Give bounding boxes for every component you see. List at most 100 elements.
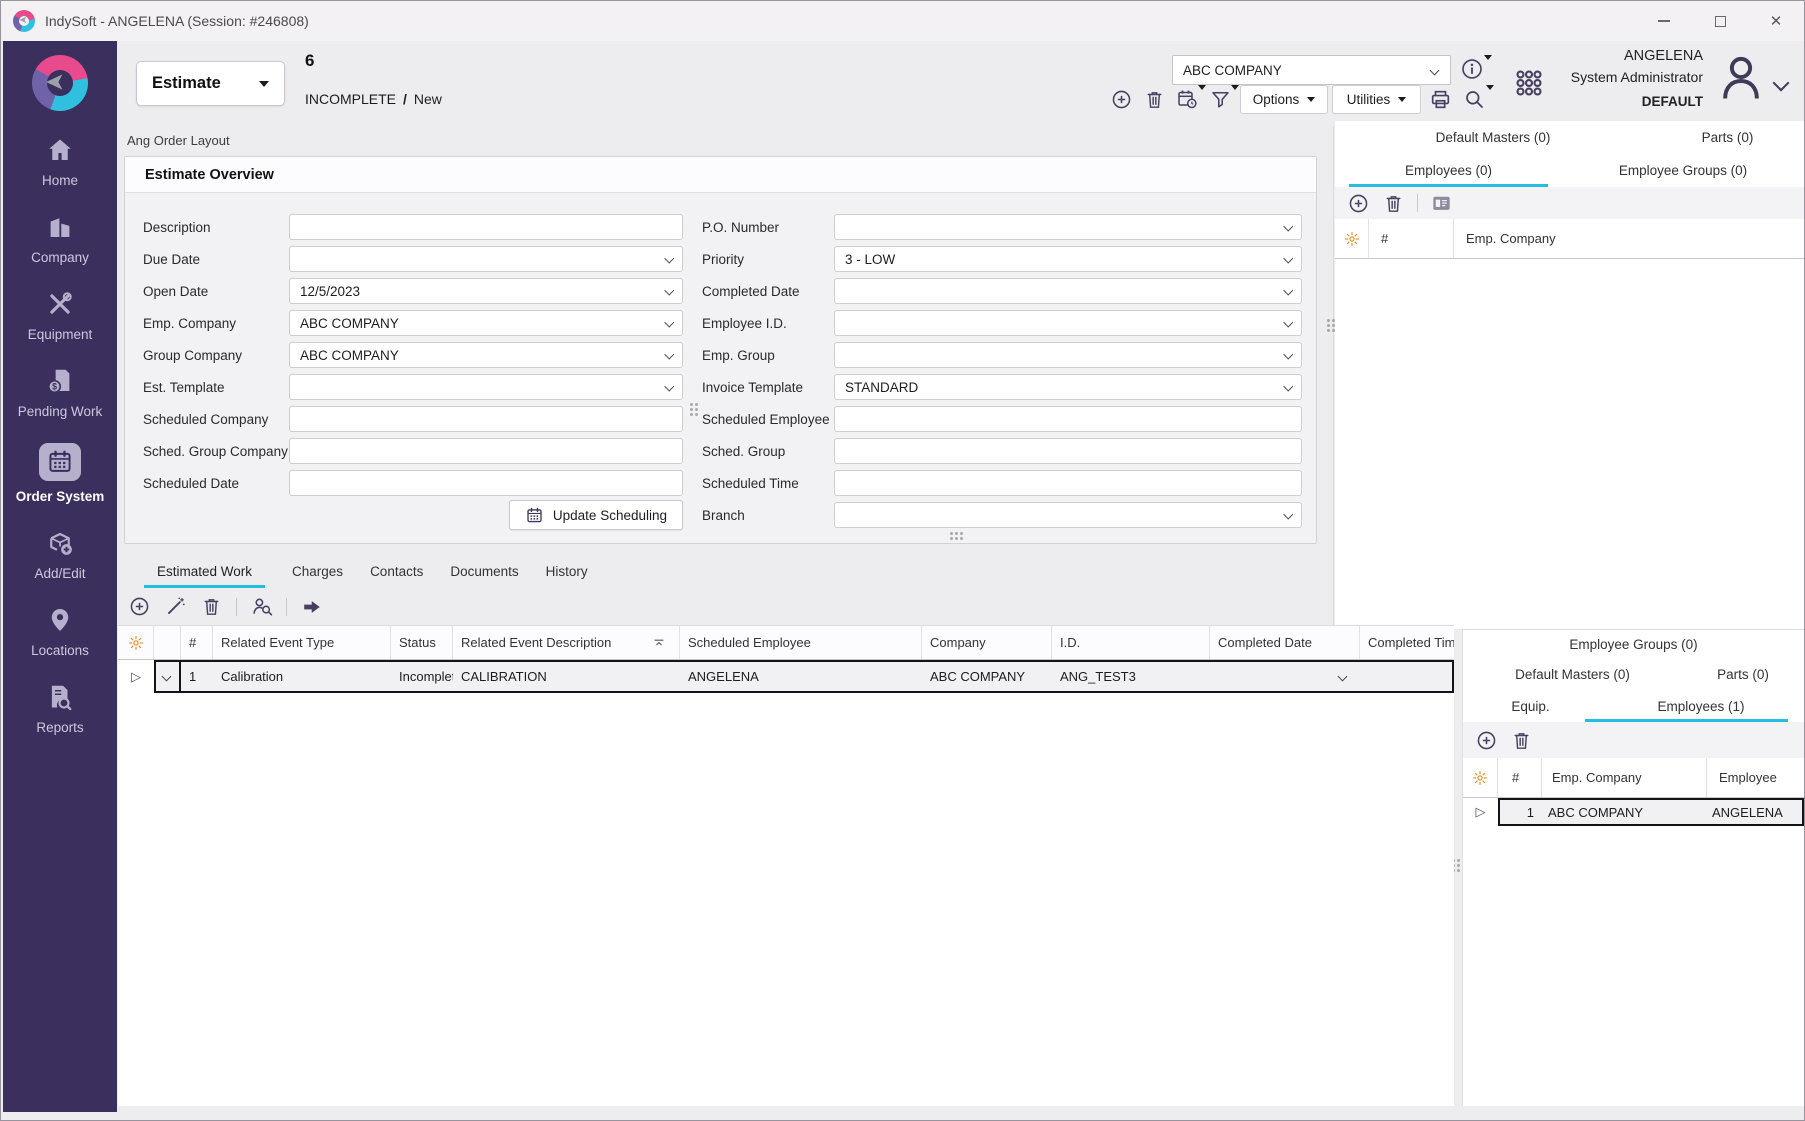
- utilities-button[interactable]: Utilities: [1332, 85, 1421, 114]
- sidebar-item-pending-work[interactable]: Pending Work: [18, 366, 103, 419]
- delete-work-item-button[interactable]: [200, 595, 223, 618]
- column-header[interactable]: Employee: [1707, 758, 1804, 797]
- column-header[interactable]: Completed Time: [1360, 626, 1454, 659]
- tab-employee-groups[interactable]: Employee Groups (0): [1569, 637, 1697, 652]
- sidebar-item-label: Company: [31, 250, 89, 265]
- scheduled-time-input[interactable]: [834, 470, 1302, 496]
- field-label: Scheduled Employee: [702, 412, 834, 427]
- tab-employee-groups[interactable]: Employee Groups (0): [1562, 153, 1804, 187]
- sidebar-item-home[interactable]: Home: [42, 135, 78, 188]
- emp-group-select[interactable]: [834, 342, 1302, 368]
- sidebar-item-equipment[interactable]: Equipment: [28, 289, 93, 342]
- column-header[interactable]: #: [1369, 219, 1454, 258]
- priority-select[interactable]: 3 - LOW: [834, 246, 1302, 272]
- due-date-select[interactable]: [289, 246, 683, 272]
- tab-equip[interactable]: Equip.: [1463, 690, 1598, 722]
- scheduled-employee-input[interactable]: [834, 406, 1302, 432]
- tab-default-masters[interactable]: Default Masters (0): [1335, 130, 1651, 145]
- tab-parts[interactable]: Parts (0): [1651, 130, 1804, 145]
- auto-generate-button[interactable]: [164, 595, 187, 618]
- card-view-button[interactable]: [1430, 192, 1453, 215]
- find-employee-button[interactable]: [250, 595, 273, 618]
- est-template-select[interactable]: [289, 374, 683, 400]
- sidebar-item-company[interactable]: Company: [31, 212, 89, 265]
- print-button[interactable]: [1427, 86, 1453, 112]
- add-detail-employee-button[interactable]: [1475, 729, 1498, 752]
- completed-date-select[interactable]: [834, 278, 1302, 304]
- avatar[interactable]: [1713, 49, 1769, 107]
- po-number-select[interactable]: [834, 214, 1302, 240]
- add-work-item-button[interactable]: [128, 595, 151, 618]
- column-header[interactable]: Emp. Company: [1542, 758, 1707, 797]
- delete-detail-employee-button[interactable]: [1510, 729, 1533, 752]
- sched-group-input[interactable]: [834, 438, 1302, 464]
- tab-estimated-work[interactable]: Estimated Work: [144, 564, 265, 588]
- cell-num: 1: [1498, 798, 1542, 826]
- close-button[interactable]: ✕: [1748, 1, 1804, 41]
- sidebar-item-order-system[interactable]: Order System: [16, 443, 105, 504]
- delete-employee-button[interactable]: [1382, 192, 1405, 215]
- employee-id-select[interactable]: [834, 310, 1302, 336]
- column-header[interactable]: #: [181, 626, 213, 659]
- company-filter-select[interactable]: ABC COMPANY: [1172, 55, 1451, 85]
- column-splitter-grip[interactable]: [690, 403, 693, 406]
- scheduled-date-input[interactable]: [289, 470, 683, 496]
- maximize-button[interactable]: [1692, 1, 1748, 41]
- auto-filter-sun-icon[interactable]: [126, 633, 146, 653]
- vertical-splitter-grip[interactable]: [1327, 319, 1330, 322]
- record-type-dropdown[interactable]: Estimate: [136, 61, 285, 106]
- chevron-down-icon: [664, 350, 673, 359]
- search-button[interactable]: [1461, 86, 1487, 112]
- sched-group-company-input[interactable]: [289, 438, 683, 464]
- column-header[interactable]: Completed Date: [1210, 626, 1360, 659]
- tab-parts[interactable]: Parts (0): [1682, 658, 1804, 690]
- user-menu-chevron-icon[interactable]: [1773, 75, 1790, 92]
- add-record-button[interactable]: [1109, 86, 1133, 112]
- open-date-select[interactable]: 12/5/2023: [289, 278, 683, 304]
- branch-select[interactable]: [834, 502, 1302, 528]
- tab-contacts[interactable]: Contacts: [370, 564, 423, 588]
- row-expand-icon[interactable]: ▷: [131, 669, 141, 685]
- cell-completed-date[interactable]: [1210, 660, 1360, 693]
- row-chevron-icon[interactable]: [162, 672, 172, 682]
- filter-button[interactable]: [1208, 86, 1232, 112]
- description-input[interactable]: [289, 214, 683, 240]
- options-button[interactable]: Options: [1240, 85, 1328, 114]
- sidebar-item-reports[interactable]: Reports: [36, 682, 83, 735]
- tab-charges[interactable]: Charges: [292, 564, 343, 588]
- sidebar-item-add-edit[interactable]: Add/Edit: [34, 528, 85, 581]
- delete-record-button[interactable]: [1142, 86, 1166, 112]
- auto-filter-sun-icon[interactable]: [1470, 768, 1490, 788]
- column-header[interactable]: Related Event Description: [453, 626, 680, 659]
- info-button[interactable]: [1459, 56, 1485, 82]
- tab-documents[interactable]: Documents: [450, 564, 518, 588]
- column-header[interactable]: Status: [391, 626, 453, 659]
- group-company-select[interactable]: ABC COMPANY: [289, 342, 683, 368]
- tab-employees[interactable]: Employees (1): [1598, 690, 1804, 722]
- field-label: Description: [143, 220, 289, 235]
- column-header[interactable]: #: [1498, 758, 1542, 797]
- column-header[interactable]: I.D.: [1052, 626, 1210, 659]
- table-row[interactable]: ▷ 1 ABC COMPANY ANGELENA: [1463, 798, 1804, 826]
- emp-company-select[interactable]: ABC COMPANY: [289, 310, 683, 336]
- schedule-button[interactable]: [1175, 86, 1199, 112]
- scheduled-company-input[interactable]: [289, 406, 683, 432]
- tab-employees[interactable]: Employees (0): [1335, 153, 1562, 187]
- report-search-icon: [45, 682, 75, 712]
- add-employee-button[interactable]: [1347, 192, 1370, 215]
- move-forward-button[interactable]: [300, 595, 323, 618]
- update-scheduling-button[interactable]: Update Scheduling: [509, 500, 683, 530]
- tab-default-masters[interactable]: Default Masters (0): [1463, 658, 1682, 690]
- column-header[interactable]: Related Event Type: [213, 626, 391, 659]
- table-row[interactable]: ▷ 1 Calibration Incomplete CALIBRATION A…: [118, 660, 1454, 693]
- auto-filter-sun-icon[interactable]: [1342, 229, 1362, 249]
- tab-history[interactable]: History: [546, 564, 588, 588]
- column-header[interactable]: Company: [922, 626, 1052, 659]
- column-header[interactable]: Scheduled Employee: [680, 626, 922, 659]
- minimize-button[interactable]: [1636, 1, 1692, 41]
- sidebar-item-locations[interactable]: Locations: [31, 605, 89, 658]
- invoice-template-select[interactable]: STANDARD: [834, 374, 1302, 400]
- row-expand-icon[interactable]: ▷: [1476, 804, 1486, 820]
- column-header[interactable]: Emp. Company: [1454, 219, 1804, 258]
- horizontal-splitter-grip[interactable]: [950, 532, 953, 535]
